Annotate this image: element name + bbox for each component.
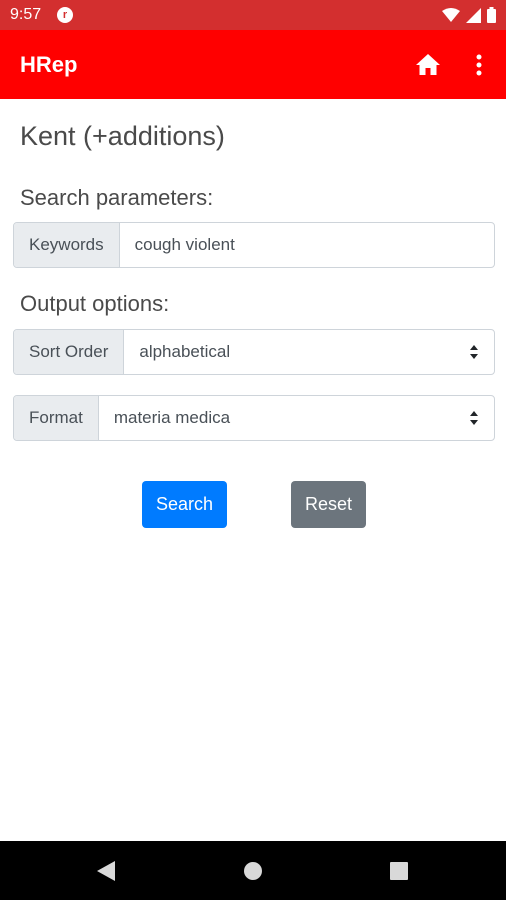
search-button[interactable]: Search <box>142 481 227 528</box>
battery-icon <box>487 7 496 23</box>
select-arrows-icon <box>470 345 478 359</box>
nav-home-icon <box>244 862 262 880</box>
page-title: Kent (+additions) <box>20 121 225 151</box>
app-notification-icon: r <box>57 7 73 23</box>
navigation-bar <box>0 841 506 900</box>
home-button[interactable] <box>413 50 443 80</box>
nav-back-button[interactable] <box>94 859 118 883</box>
nav-recents-button[interactable] <box>387 859 411 883</box>
sort-order-group: Sort Order alphabetical <box>13 329 495 375</box>
sort-order-value: alphabetical <box>139 342 231 361</box>
status-icons <box>442 7 496 23</box>
app-bar: HRep <box>0 30 506 99</box>
keywords-input-group: Keywords cough violent <box>13 222 495 268</box>
nav-recents-icon <box>390 862 408 880</box>
app-title: HRep <box>20 52 78 77</box>
nav-back-icon <box>97 861 115 881</box>
more-options-button[interactable] <box>466 50 492 80</box>
format-label: Format <box>14 396 99 440</box>
format-select[interactable]: materia medica <box>99 396 494 440</box>
output-options-heading: Output options: <box>20 291 170 316</box>
search-parameters-heading: Search parameters: <box>20 185 214 210</box>
more-vert-icon <box>476 54 482 76</box>
main-content: Kent (+additions) Search parameters: Key… <box>0 99 506 841</box>
format-value: materia medica <box>113 408 231 427</box>
wifi-icon <box>442 8 460 22</box>
status-time: 9:57 <box>10 6 42 23</box>
keywords-input[interactable]: cough violent <box>120 223 494 267</box>
status-bar: 9:57 r <box>0 0 506 30</box>
signal-icon <box>466 7 481 23</box>
sort-order-select[interactable]: alphabetical <box>124 330 494 374</box>
home-icon <box>416 54 440 75</box>
format-group: Format materia medica <box>13 395 495 441</box>
keywords-label: Keywords <box>14 223 120 267</box>
sort-order-label: Sort Order <box>14 330 125 374</box>
reset-button[interactable]: Reset <box>291 481 366 528</box>
select-arrows-icon <box>470 411 478 425</box>
nav-home-button[interactable] <box>241 859 265 883</box>
